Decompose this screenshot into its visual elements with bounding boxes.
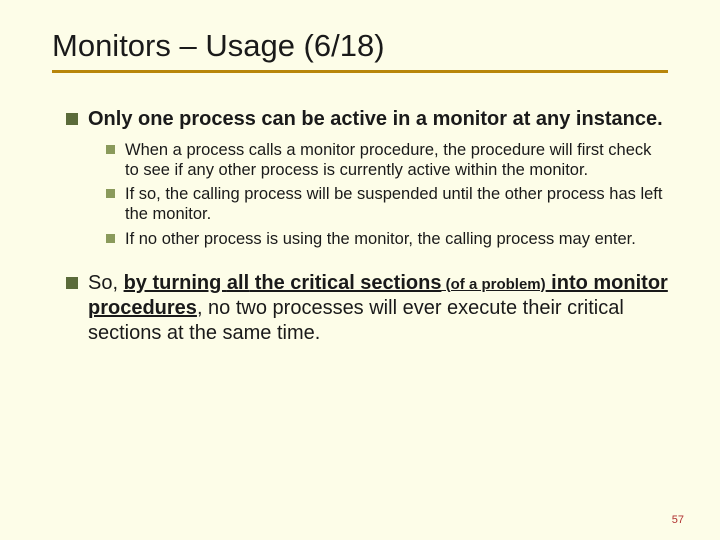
sub-bullet-1: When a process calls a monitor procedure… bbox=[106, 140, 668, 180]
square-bullet-icon bbox=[66, 113, 78, 125]
b2-phrase1: by turning bbox=[124, 272, 227, 294]
square-bullet-icon bbox=[106, 189, 115, 198]
sub-bullet-2-text: If so, the calling process will be suspe… bbox=[125, 184, 668, 224]
slide-title: Monitors – Usage (6/18) bbox=[52, 28, 668, 64]
b2-paren: (of a problem) bbox=[441, 276, 545, 293]
square-bullet-icon bbox=[106, 234, 115, 243]
b2-pre: So, bbox=[88, 272, 124, 294]
sub-bullet-3: If no other process is using the monitor… bbox=[106, 229, 668, 249]
b2-phrase2: the critical sections bbox=[249, 272, 441, 294]
square-bullet-icon bbox=[106, 145, 115, 154]
sub-bullet-2: If so, the calling process will be suspe… bbox=[106, 184, 668, 224]
sub-bullet-3-text: If no other process is using the monitor… bbox=[125, 229, 636, 249]
sub-bullet-1-text: When a process calls a monitor procedure… bbox=[125, 140, 668, 180]
bullet-1-text: Only one process can be active in a moni… bbox=[88, 107, 663, 132]
bullet-1: Only one process can be active in a moni… bbox=[66, 107, 668, 132]
b2-all: all bbox=[227, 272, 249, 294]
bullet-2: So, by turning all the critical sections… bbox=[66, 271, 668, 346]
page-number: 57 bbox=[672, 514, 684, 526]
square-bullet-icon bbox=[66, 277, 78, 289]
title-underline bbox=[52, 70, 668, 73]
bullet-2-text: So, by turning all the critical sections… bbox=[88, 271, 668, 346]
